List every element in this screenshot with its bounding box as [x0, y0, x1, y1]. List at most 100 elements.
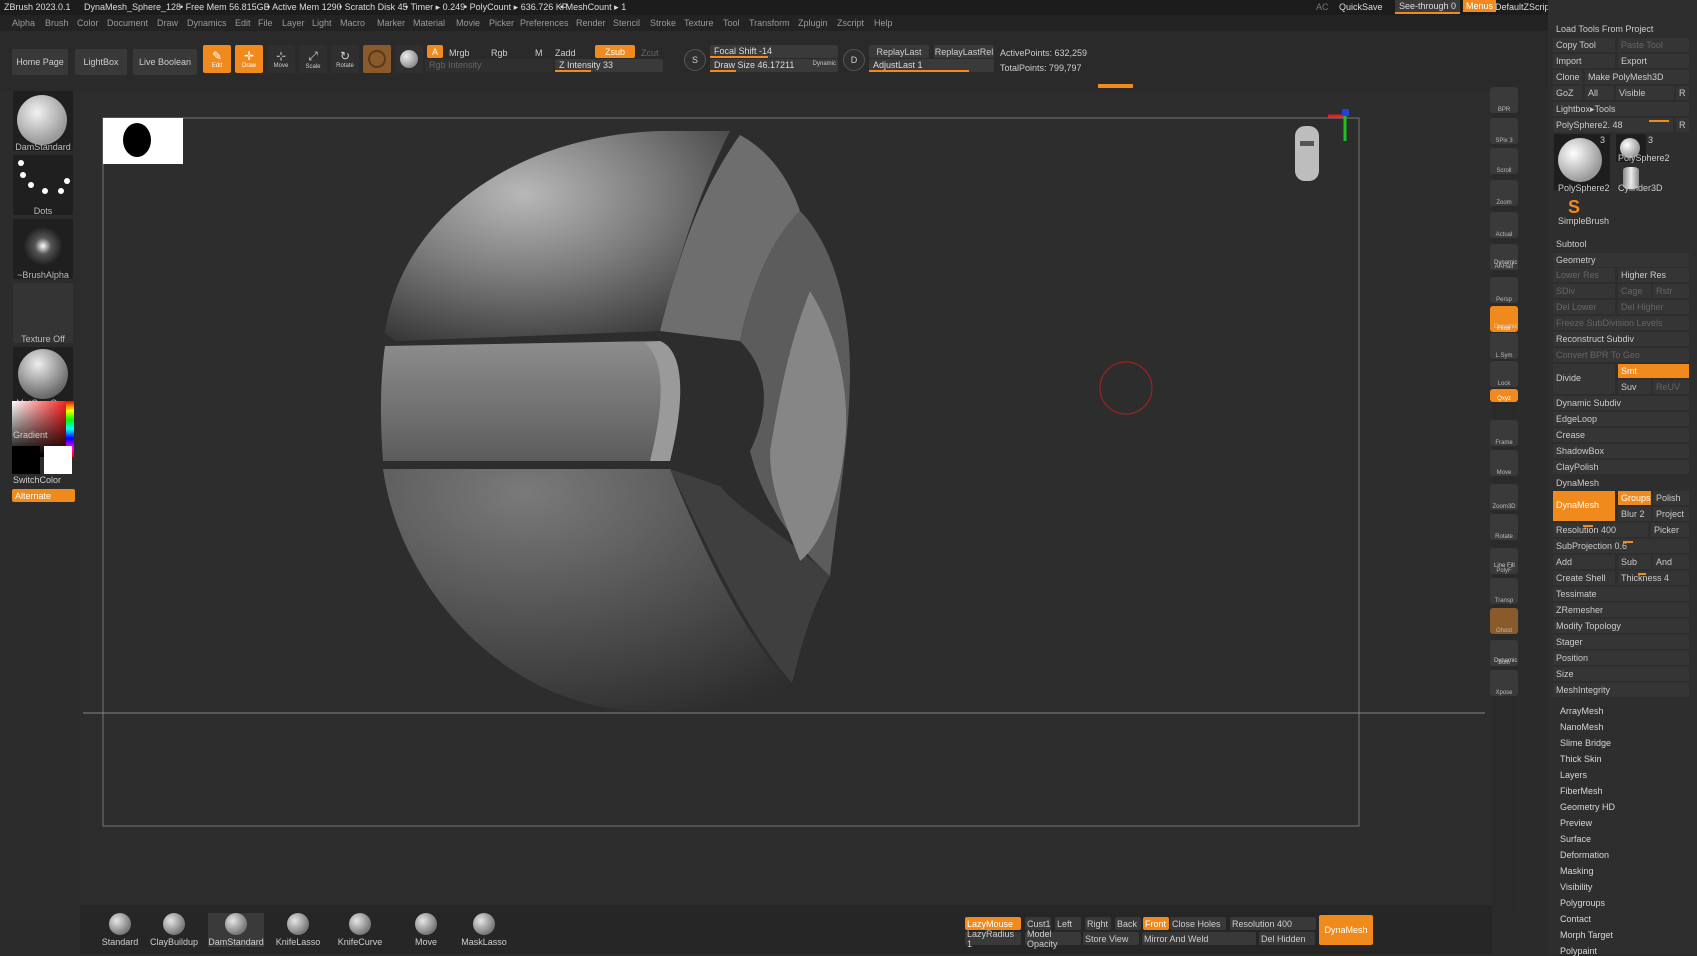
smt-toggle[interactable]: Smt — [1618, 364, 1689, 378]
paste-tool-button[interactable]: Paste Tool — [1618, 38, 1689, 52]
dynamesh-button[interactable]: DynaMesh — [1553, 491, 1615, 521]
zcut-button[interactable]: Zcut — [641, 48, 659, 58]
higher-res-button[interactable]: Higher Res — [1618, 268, 1689, 282]
material-swatch[interactable] — [363, 45, 391, 73]
strip-lock-button[interactable]: Lock — [1490, 361, 1518, 387]
zsub-button[interactable]: Zsub — [595, 45, 635, 58]
rgb-button[interactable]: Rgb — [491, 48, 508, 58]
mrgb-button[interactable]: Mrgb — [449, 48, 470, 58]
strip-scroll-button[interactable]: Scroll — [1490, 148, 1518, 174]
polish-toggle[interactable]: Polish — [1653, 491, 1689, 505]
menu-stencil[interactable]: Stencil — [613, 18, 640, 28]
lower-res-button[interactable]: Lower Res — [1553, 268, 1615, 282]
simplebrush-icon[interactable]: S — [1568, 197, 1588, 217]
strip-bpr-button[interactable]: BPR — [1490, 87, 1518, 113]
resolution-slider[interactable]: Resolution 400 — [1553, 523, 1648, 537]
section-polypaint[interactable]: Polypaint — [1560, 946, 1597, 956]
menu-picker[interactable]: Picker — [489, 18, 514, 28]
suv-toggle[interactable]: Suv — [1618, 380, 1651, 394]
zremesher-button[interactable]: ZRemesher — [1553, 603, 1689, 617]
divide-button[interactable]: Divide — [1553, 364, 1615, 394]
strip-aahalf-button[interactable]: AAHalf — [1490, 244, 1518, 270]
alternate-button[interactable]: Alternate — [12, 489, 75, 502]
rstr-button[interactable]: Rstr — [1653, 284, 1689, 298]
del-higher-button[interactable]: Del Higher — [1618, 300, 1689, 314]
strip-move-button[interactable]: Move — [1490, 450, 1518, 476]
menu-material[interactable]: Material — [413, 18, 445, 28]
menu-macro[interactable]: Macro — [340, 18, 365, 28]
menu-dynamics[interactable]: Dynamics — [187, 18, 227, 28]
reconstruct-subdiv-button[interactable]: Reconstruct Subdiv — [1553, 332, 1689, 346]
section-surface[interactable]: Surface — [1560, 834, 1591, 844]
s-toggle[interactable]: S — [684, 49, 706, 71]
add-button[interactable]: Add — [1553, 555, 1615, 569]
and-button[interactable]: And — [1653, 555, 1689, 569]
replay-last-rel-button[interactable]: ReplayLastRel — [934, 45, 994, 58]
copy-tool-button[interactable]: Copy Tool — [1553, 38, 1615, 52]
strip-zoom3d-button[interactable]: Zoom3D — [1490, 484, 1518, 510]
r-button[interactable]: R — [1676, 86, 1689, 100]
load-tools-from-project-button[interactable]: Load Tools From Project — [1553, 22, 1689, 36]
home-page-button[interactable]: Home Page — [12, 49, 68, 75]
section-contact[interactable]: Contact — [1560, 914, 1591, 924]
strip-spix-3-button[interactable]: SPix 3 — [1490, 118, 1518, 144]
position-button[interactable]: Position — [1553, 651, 1689, 665]
groups-toggle[interactable]: Groups — [1618, 491, 1651, 505]
section-masking[interactable]: Masking — [1560, 866, 1594, 876]
strip-frame-button[interactable]: Frame — [1490, 420, 1518, 446]
lazyradius-slider[interactable]: LazyRadius 1 — [965, 929, 1021, 949]
secondary-color-swatch[interactable] — [44, 446, 72, 474]
bottom-dynamesh-button[interactable]: DynaMesh — [1319, 915, 1373, 945]
menu-brush[interactable]: Brush — [45, 18, 69, 28]
strip-persp-button[interactable]: Persp — [1490, 277, 1518, 303]
move-button[interactable]: ⊹ Move — [267, 45, 295, 73]
strip-transp-button[interactable]: Transp — [1490, 578, 1518, 604]
strip-l-sym-button[interactable]: L.Sym — [1490, 333, 1518, 359]
polysphere-slider[interactable]: PolySphere2. 48 — [1553, 118, 1673, 132]
rotate-button[interactable]: ↻ Rotate — [331, 45, 359, 73]
section-preview[interactable]: Preview — [1560, 818, 1592, 828]
all-button[interactable]: All — [1585, 86, 1614, 100]
brush-claybuildup-button[interactable]: ClayBuildup — [146, 913, 202, 947]
project-toggle[interactable]: Project — [1653, 507, 1689, 521]
mirror-and-weld-button[interactable]: Mirror And Weld — [1142, 932, 1256, 945]
menu-color[interactable]: Color — [77, 18, 99, 28]
goz-button[interactable]: GoZ — [1553, 86, 1582, 100]
section-layers[interactable]: Layers — [1560, 770, 1587, 780]
brush-preview[interactable] — [395, 45, 423, 73]
section-polygroups[interactable]: Polygroups — [1560, 898, 1605, 908]
strip-actual-button[interactable]: Actual — [1490, 212, 1518, 238]
stroke-thumbnail[interactable]: Dots — [13, 155, 73, 216]
brush-move-button[interactable]: Move — [398, 913, 454, 947]
menus-button[interactable]: Menus — [1463, 0, 1497, 12]
subprojection-slider[interactable]: SubProjection 0.6 — [1553, 539, 1689, 553]
strip-zoom-button[interactable]: Zoom — [1490, 180, 1518, 206]
thickness-slider[interactable]: Thickness 4 — [1618, 571, 1689, 585]
section-thick-skin[interactable]: Thick Skin — [1560, 754, 1602, 764]
brush-thumbnail[interactable]: DamStandard — [13, 91, 73, 152]
menu-layer[interactable]: Layer — [282, 18, 305, 28]
picker-button[interactable]: Picker — [1651, 523, 1689, 537]
menu-texture[interactable]: Texture — [684, 18, 714, 28]
crease-button[interactable]: Crease — [1553, 428, 1689, 442]
a-button[interactable]: A — [427, 45, 443, 58]
meshintegrity-button[interactable]: MeshIntegrity — [1553, 683, 1689, 697]
modify-topology-button[interactable]: Modify Topology — [1553, 619, 1689, 633]
strip-ghost-button[interactable]: Ghost — [1490, 608, 1518, 634]
switch-color-button[interactable]: SwitchColor — [13, 475, 61, 485]
blur-slider[interactable]: Blur 2 — [1618, 507, 1651, 521]
focal-shift-slider[interactable]: Focal Shift -14 — [710, 45, 838, 58]
claypolish-button[interactable]: ClayPolish — [1553, 460, 1689, 474]
section-nanomesh[interactable]: NanoMesh — [1560, 722, 1604, 732]
scale-button[interactable]: ⤢ Scale — [299, 45, 327, 73]
tessimate-button[interactable]: Tessimate — [1553, 587, 1689, 601]
r-button-2[interactable]: R — [1676, 118, 1689, 132]
default-zscript-button[interactable]: DefaultZScript — [1495, 2, 1552, 12]
menu-movie[interactable]: Movie — [456, 18, 480, 28]
material-thumbnail[interactable]: MatCap Gray — [13, 347, 73, 408]
import-button[interactable]: Import — [1553, 54, 1615, 68]
clone-button[interactable]: Clone — [1553, 70, 1582, 84]
menu-tool[interactable]: Tool — [723, 18, 740, 28]
d-toggle[interactable]: D — [843, 49, 865, 71]
menu-file[interactable]: File — [258, 18, 273, 28]
